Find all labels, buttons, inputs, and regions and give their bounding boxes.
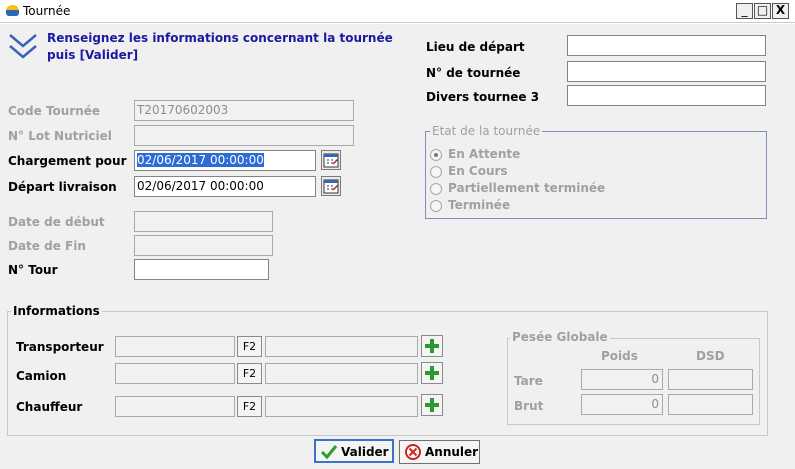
- plus-icon: [425, 366, 439, 380]
- camion-name-field[interactable]: [265, 363, 418, 384]
- valider-button[interactable]: Valider: [314, 439, 394, 463]
- chauffeur-code-field[interactable]: [115, 396, 235, 417]
- camion-label: Camion: [16, 369, 67, 383]
- radio-en-cours-label: En Cours: [448, 164, 508, 178]
- n-tour-label: N° Tour: [8, 263, 58, 277]
- etat-tournee-title: Etat de la tournée: [430, 124, 543, 138]
- transporteur-name-field[interactable]: [265, 336, 418, 357]
- annuler-button[interactable]: Annuler: [399, 440, 480, 464]
- chauffeur-f2-button[interactable]: F2: [237, 396, 262, 417]
- camion-f2-button[interactable]: F2: [237, 363, 262, 384]
- n-tour-field[interactable]: [134, 259, 269, 280]
- instruction-line-1: Renseignez les informations concernant l…: [47, 31, 393, 45]
- code-tournee-field: T20170602003: [134, 100, 354, 121]
- transporteur-f2-button[interactable]: F2: [237, 336, 262, 357]
- cancel-icon: [405, 444, 421, 460]
- n-tournee-label: N° de tournée: [426, 66, 521, 80]
- valider-button-label: Valider: [341, 445, 389, 459]
- checkmark-icon: [320, 445, 338, 460]
- depart-livraison-field[interactable]: 02/06/2017 00:00:00: [134, 176, 316, 197]
- date-debut-label: Date de début: [8, 215, 105, 229]
- dsd-column-header: DSD: [696, 349, 725, 363]
- instruction-line-2: puis [Valider]: [47, 48, 139, 62]
- calendar-icon: [323, 153, 339, 168]
- transporteur-code-field[interactable]: [115, 336, 235, 357]
- chauffeur-name-field[interactable]: [265, 396, 418, 417]
- lieu-depart-label: Lieu de départ: [426, 40, 525, 54]
- brut-label: Brut: [514, 399, 544, 413]
- chargement-pour-label: Chargement pour: [8, 154, 127, 168]
- lieu-depart-field[interactable]: [567, 35, 766, 56]
- radio-en-cours[interactable]: [430, 166, 442, 178]
- pesee-globale-title: Pesée Globale: [510, 330, 610, 344]
- transporteur-label: Transporteur: [16, 340, 104, 354]
- tare-label: Tare: [514, 374, 543, 388]
- restore-button[interactable]: □: [754, 3, 771, 19]
- chargement-pour-value: 02/06/2017 00:00:00: [137, 153, 264, 167]
- depart-calendar-button[interactable]: [321, 176, 341, 196]
- chargement-calendar-button[interactable]: [321, 150, 341, 170]
- lot-nutriciel-label: N° Lot Nutriciel: [8, 129, 112, 143]
- radio-terminee-label: Terminée: [448, 198, 511, 212]
- title-bar: Tournée _ □ X: [0, 0, 795, 23]
- radio-en-attente[interactable]: [430, 149, 442, 161]
- radio-terminee[interactable]: [430, 200, 442, 212]
- radio-partiellement-terminee[interactable]: [430, 183, 442, 195]
- chevron-down-icon: [9, 34, 37, 59]
- dialog-body: Renseignez les informations concernant l…: [0, 24, 795, 469]
- informations-title: Informations: [11, 304, 102, 318]
- brut-dsd-field: [668, 394, 753, 415]
- radio-en-attente-label: En Attente: [448, 147, 521, 161]
- chauffeur-add-button[interactable]: [421, 394, 443, 416]
- poids-column-header: Poids: [601, 349, 638, 363]
- n-tournee-field[interactable]: [567, 61, 766, 82]
- radio-partiellement-terminee-label: Partiellement terminée: [448, 181, 606, 195]
- plus-icon: [425, 339, 439, 353]
- brut-poids-field: 0: [581, 394, 663, 415]
- tare-poids-field: 0: [581, 369, 663, 390]
- transporteur-add-button[interactable]: [421, 335, 443, 357]
- code-tournee-label: Code Tournée: [8, 104, 101, 118]
- plus-icon: [425, 398, 439, 412]
- chargement-pour-field[interactable]: 02/06/2017 00:00:00: [134, 150, 316, 171]
- annuler-button-label: Annuler: [425, 445, 479, 459]
- date-debut-field: [134, 211, 273, 232]
- app-icon: [6, 5, 19, 16]
- divers-tournee-3-label: Divers tournee 3: [426, 90, 540, 104]
- date-fin-field: [134, 235, 273, 256]
- window-title: Tournée: [23, 4, 71, 18]
- tare-dsd-field: [668, 369, 753, 390]
- chauffeur-label: Chauffeur: [16, 400, 83, 414]
- calendar-icon: [323, 179, 339, 194]
- lot-nutriciel-field: [134, 125, 354, 146]
- divers-tournee-3-field[interactable]: [567, 85, 766, 106]
- minimize-button[interactable]: _: [736, 3, 753, 19]
- date-fin-label: Date de Fin: [8, 239, 86, 253]
- camion-code-field[interactable]: [115, 363, 235, 384]
- camion-add-button[interactable]: [421, 362, 443, 384]
- depart-livraison-label: Départ livraison: [8, 180, 117, 194]
- close-button[interactable]: X: [772, 3, 789, 19]
